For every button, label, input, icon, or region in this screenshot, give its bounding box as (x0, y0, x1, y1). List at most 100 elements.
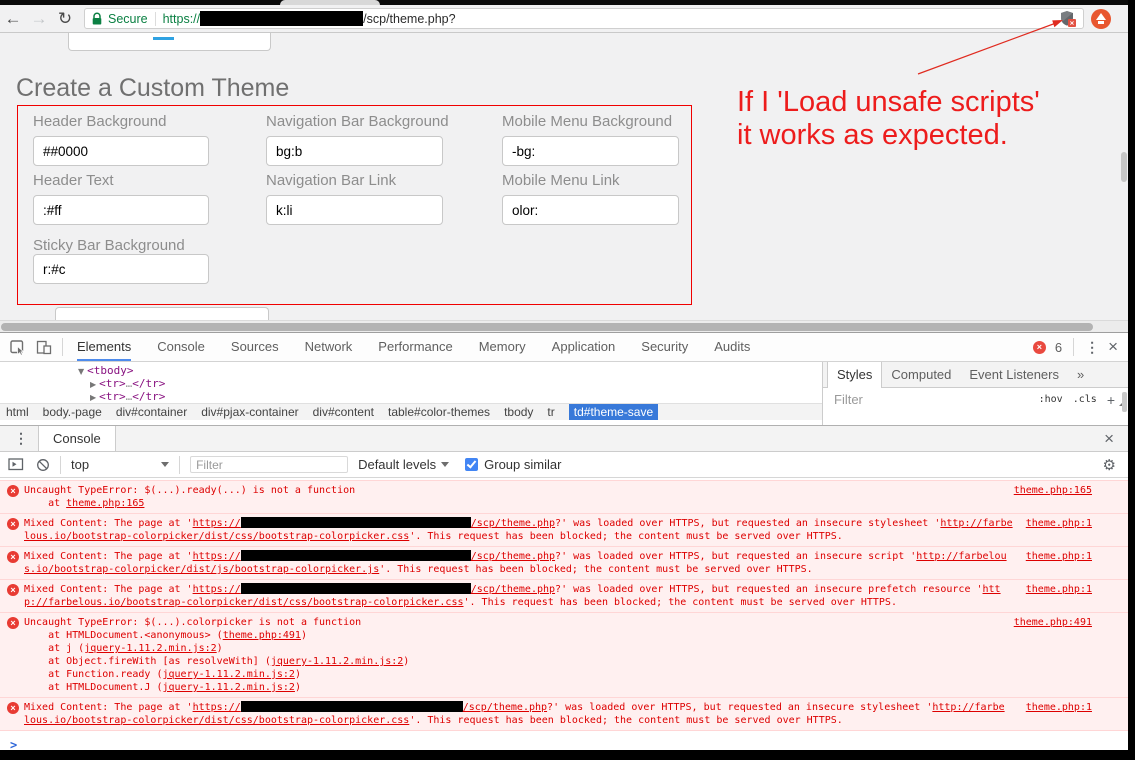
inspect-element-icon[interactable] (10, 340, 26, 355)
message-source-link[interactable]: theme.php:1 (1026, 517, 1092, 530)
levels-dropdown-caret[interactable] (441, 462, 449, 467)
message-link[interactable]: jquery-1.11.2.min.js:2 (162, 669, 294, 680)
console-message-line: at Object.fireWith [as resolveWith] (jqu… (24, 655, 1018, 668)
theme-field-input[interactable] (266, 136, 443, 166)
message-link[interactable]: /scp/theme.php (463, 702, 547, 713)
devtools-close-icon[interactable]: × (1108, 340, 1118, 354)
context-dropdown-caret[interactable] (161, 462, 169, 467)
console-settings-gear-icon[interactable]: ⚙ (1103, 456, 1116, 474)
device-toolbar-icon[interactable] (36, 340, 52, 355)
pseudo-state-toggle[interactable]: :hov (1039, 394, 1063, 405)
collapsed-arrow-icon[interactable]: ▶ (90, 393, 96, 402)
styles-filter-row: :hov .cls + (823, 388, 1128, 411)
message-link[interactable]: /scp/theme.php (471, 551, 555, 562)
collapsed-arrow-icon[interactable]: ▶ (90, 380, 96, 389)
console-prompt-row[interactable]: > (0, 731, 1128, 750)
execution-context-selector[interactable]: top (71, 457, 89, 472)
tab-performance[interactable]: Performance (378, 333, 452, 361)
tab-memory[interactable]: Memory (479, 333, 526, 361)
tab-sources[interactable]: Sources (231, 333, 279, 361)
reload-button[interactable]: ↻ (52, 6, 78, 32)
styles-tab-event-listeners[interactable]: Event Listeners (960, 362, 1068, 388)
drawer-menu-icon[interactable]: ⋮ (14, 430, 28, 447)
blocked-content-shield-icon[interactable]: × (1060, 10, 1077, 28)
breadcrumb-item[interactable]: div#content (313, 405, 374, 419)
message-source-link[interactable]: theme.php:165 (1014, 484, 1092, 497)
tab-security[interactable]: Security (641, 333, 688, 361)
tab-network[interactable]: Network (305, 333, 353, 361)
message-link[interactable]: s.io/bootstrap-colorpicker/dist/js/boots… (24, 564, 379, 575)
address-bar[interactable]: Secure https:// /scp/theme.php? × (84, 8, 1084, 29)
breadcrumb-item[interactable]: tr (547, 405, 554, 419)
tab-application[interactable]: Application (552, 333, 616, 361)
dom-tree-node[interactable]: ▼<tbody> (78, 364, 134, 378)
error-count[interactable]: 6 (1055, 340, 1062, 355)
theme-field-input[interactable] (502, 136, 679, 166)
message-link[interactable]: http://farbe (932, 702, 1004, 713)
message-link[interactable]: https:// (193, 702, 241, 713)
expand-arrow-icon[interactable]: ▼ (78, 367, 84, 376)
message-link[interactable]: theme.php:491 (223, 630, 301, 641)
back-button[interactable]: ← (0, 6, 26, 32)
message-link[interactable]: jquery-1.11.2.min.js:2 (271, 656, 403, 667)
message-link[interactable]: lous.io/bootstrap-colorpicker/dist/css/b… (24, 531, 409, 542)
message-link[interactable]: jquery-1.11.2.min.js:2 (162, 682, 294, 693)
group-similar-checkbox[interactable] (465, 458, 478, 471)
breadcrumb-item[interactable]: body.-page (43, 405, 102, 419)
tab-elements[interactable]: Elements (77, 333, 131, 361)
page-horizontal-scrollbar[interactable] (0, 320, 1135, 332)
breadcrumb-item[interactable]: td#theme-save (569, 404, 658, 420)
svg-text:×: × (1070, 18, 1075, 27)
overflow-menu-icon[interactable]: ⋮ (1085, 339, 1099, 356)
theme-field-input[interactable] (33, 136, 209, 166)
message-link[interactable]: /scp/theme.php (471, 518, 555, 529)
page-vertical-scrollbar[interactable] (1121, 152, 1127, 182)
message-link[interactable]: /scp/theme.php (471, 584, 555, 595)
horizontal-scrollbar-thumb[interactable] (1, 323, 1093, 331)
styles-tab-styles[interactable]: Styles (827, 362, 882, 388)
message-link[interactable]: theme.php:165 (66, 498, 144, 509)
message-link[interactable]: https:// (193, 551, 241, 562)
drawer-close-icon[interactable]: × (1104, 432, 1114, 446)
error-badge-icon[interactable]: × (1033, 341, 1046, 354)
styles-scrollbar-thumb[interactable] (1122, 392, 1127, 412)
message-source-link[interactable]: theme.php:1 (1026, 701, 1092, 714)
dom-tree-node[interactable]: ▶<tr>…</tr> (90, 377, 165, 391)
message-source-link[interactable]: theme.php:1 (1026, 583, 1092, 596)
message-link[interactable]: lous.io/bootstrap-colorpicker/dist/css/b… (24, 715, 409, 726)
message-link[interactable]: jquery-1.11.2.min.js:2 (84, 643, 216, 654)
new-style-rule-button[interactable]: + (1107, 392, 1115, 408)
message-link[interactable]: https:// (193, 518, 241, 529)
dom-tree-node[interactable]: ▶<tr>…</tr> (90, 390, 165, 403)
breadcrumb-item[interactable]: tbody (504, 405, 533, 419)
console-tab[interactable]: Console (38, 426, 116, 451)
message-text: ?' was loaded over HTTPS, but requested … (555, 518, 940, 529)
message-link[interactable]: p://farbelous.io/bootstrap-colorpicker/d… (24, 597, 464, 608)
message-link[interactable]: htt (983, 584, 1001, 595)
tab-audits[interactable]: Audits (714, 333, 750, 361)
console-filter-input[interactable] (190, 456, 348, 473)
message-link[interactable]: http://farbelou (916, 551, 1006, 562)
message-link[interactable]: https:// (193, 584, 241, 595)
tab-console[interactable]: Console (157, 333, 205, 361)
theme-field-input[interactable] (33, 195, 209, 225)
breadcrumb-item[interactable]: div#container (116, 405, 187, 419)
theme-field-input[interactable] (266, 195, 443, 225)
styles-filter-input[interactable] (832, 391, 936, 408)
forward-button[interactable]: → (26, 6, 52, 32)
message-source-link[interactable]: theme.php:491 (1014, 616, 1092, 629)
log-levels-selector[interactable]: Default levels (358, 457, 436, 472)
message-source-link[interactable]: theme.php:1 (1026, 550, 1092, 563)
extension-button[interactable] (1091, 9, 1111, 29)
console-sidebar-toggle-icon[interactable] (8, 458, 24, 471)
class-toggle[interactable]: .cls (1073, 394, 1097, 405)
breadcrumb-item[interactable]: html (6, 405, 29, 419)
theme-field-input[interactable] (33, 254, 209, 284)
more-tabs-icon[interactable]: » (1068, 362, 1093, 388)
breadcrumb-item[interactable]: div#pjax-container (201, 405, 298, 419)
breadcrumb-item[interactable]: table#color-themes (388, 405, 490, 419)
theme-field-input[interactable] (502, 195, 679, 225)
clear-console-icon[interactable] (36, 458, 50, 472)
styles-tab-computed[interactable]: Computed (882, 362, 960, 388)
message-link[interactable]: http://farbe (940, 518, 1012, 529)
